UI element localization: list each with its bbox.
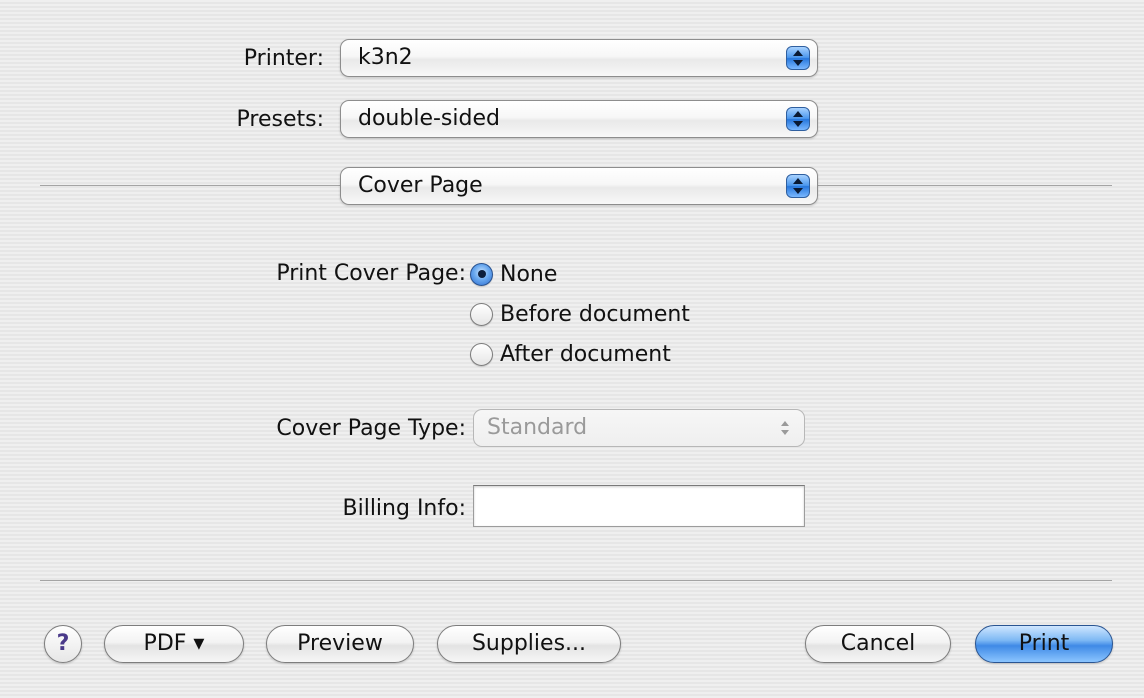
up-down-arrows-icon [786, 46, 810, 70]
radio-after-label: After document [500, 341, 671, 367]
cover-type-value: Standard [487, 415, 588, 440]
billing-info-field[interactable] [473, 485, 805, 527]
panel-separator-right [818, 185, 1112, 186]
cover-page-label: Print Cover Page: [276, 261, 466, 286]
presets-label: Presets: [236, 107, 324, 132]
up-down-arrows-icon [786, 107, 810, 131]
supplies-button[interactable]: Supplies... [437, 625, 621, 663]
printer-label: Printer: [243, 46, 324, 71]
preview-button[interactable]: Preview [266, 625, 414, 663]
cover-type-popup[interactable]: Standard [473, 409, 805, 447]
up-down-arrows-icon [773, 416, 797, 440]
radio-button-selected[interactable] [470, 262, 493, 286]
bottom-separator [40, 580, 1112, 581]
printer-popup[interactable]: k3n2 [340, 39, 818, 77]
radio-button[interactable] [470, 302, 493, 326]
panel-popup[interactable]: Cover Page [340, 167, 818, 205]
up-down-arrows-icon [786, 174, 810, 198]
cover-type-label: Cover Page Type: [276, 416, 466, 441]
question-mark-icon: ? [56, 631, 70, 656]
presets-value: double-sided [358, 106, 500, 131]
panel-separator-left [40, 185, 340, 186]
radio-none-label: None [500, 261, 558, 287]
radio-after-document[interactable]: After document [470, 337, 671, 371]
presets-popup[interactable]: double-sided [340, 100, 818, 138]
panel-value: Cover Page [358, 173, 483, 198]
radio-none[interactable]: None [470, 257, 557, 291]
pdf-button[interactable]: PDF ▾ [104, 625, 244, 663]
help-button[interactable]: ? [44, 625, 82, 663]
billing-label: Billing Info: [342, 496, 467, 521]
print-button[interactable]: Print [975, 625, 1113, 663]
cancel-button[interactable]: Cancel [805, 625, 951, 663]
printer-value: k3n2 [358, 45, 413, 70]
radio-before-document[interactable]: Before document [470, 297, 690, 331]
radio-button[interactable] [470, 342, 493, 366]
radio-before-label: Before document [500, 301, 690, 327]
